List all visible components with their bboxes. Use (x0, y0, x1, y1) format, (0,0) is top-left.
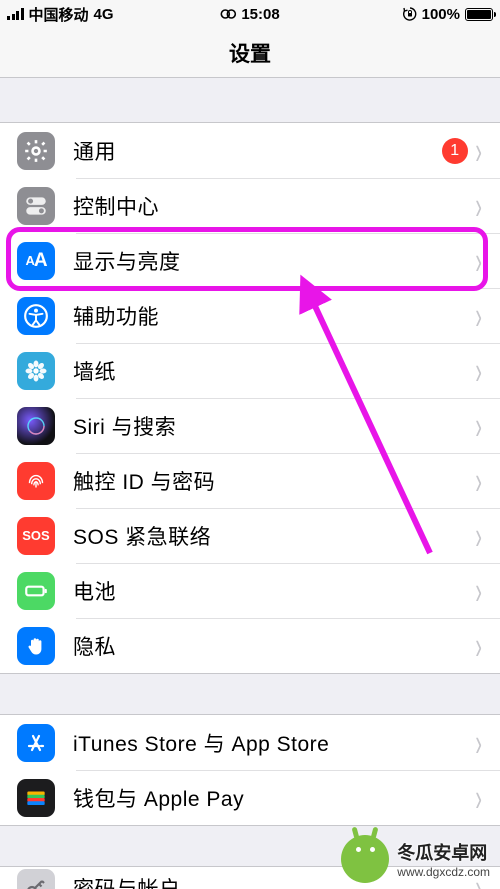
chevron-right-icon: › (475, 296, 482, 335)
group-spacer (0, 78, 500, 122)
sos-icon: SOS (17, 517, 55, 555)
clock-text: 15:08 (241, 6, 279, 23)
siri-icon (17, 407, 55, 445)
orientation-lock-icon (403, 7, 417, 21)
row-label: SOS 紧急联络 (73, 521, 468, 551)
row-label: 钱包与 Apple Pay (73, 783, 468, 813)
chevron-right-icon: › (475, 186, 482, 225)
row-siri[interactable]: Siri 与搜索 › (0, 398, 500, 453)
network-text: 4G (94, 6, 114, 23)
appstore-icon (17, 724, 55, 762)
row-general[interactable]: 通用 1 › (0, 123, 500, 178)
row-privacy[interactable]: 隐私 › (0, 618, 500, 673)
chevron-right-icon: › (475, 406, 482, 445)
row-display-brightness[interactable]: AA 显示与亮度 › (0, 233, 500, 288)
row-sos[interactable]: SOS SOS 紧急联络 › (0, 508, 500, 563)
screen: 中国移动 4G 15:08 100% 设置 通用 1 › (0, 0, 500, 889)
signal-icon (7, 8, 24, 20)
group-spacer (0, 674, 500, 714)
row-label: 墙纸 (73, 356, 468, 386)
row-wallet-applepay[interactable]: 钱包与 Apple Pay › (0, 770, 500, 825)
accessibility-icon (17, 297, 55, 335)
chevron-right-icon: › (475, 778, 482, 817)
gear-icon (17, 132, 55, 170)
battery-pct-text: 100% (422, 6, 460, 23)
settings-list[interactable]: 通用 1 › 控制中心 › AA 显示与亮度 › 辅助功能 (0, 78, 500, 889)
chevron-right-icon: › (475, 626, 482, 665)
row-label: 控制中心 (73, 191, 468, 221)
wallet-icon (17, 779, 55, 817)
status-bar: 中国移动 4G 15:08 100% (0, 0, 500, 28)
chevron-right-icon: › (475, 723, 482, 762)
row-label: 触控 ID 与密码 (73, 466, 468, 496)
chevron-right-icon: › (475, 516, 482, 555)
row-label: 隐私 (73, 631, 468, 661)
watermark-name: 冬瓜安卓网 (397, 839, 487, 865)
chevron-right-icon: › (475, 571, 482, 610)
hotspot-icon (220, 7, 236, 21)
row-itunes-appstore[interactable]: iTunes Store 与 App Store › (0, 715, 500, 770)
nav-bar: 设置 (0, 28, 500, 78)
watermark-logo-icon (341, 835, 389, 883)
row-label: 显示与亮度 (73, 246, 468, 276)
badge: 1 (442, 138, 468, 164)
battery-icon (465, 8, 493, 21)
row-label: Siri 与搜索 (73, 411, 468, 441)
toggles-icon (17, 187, 55, 225)
carrier-text: 中国移动 (29, 4, 89, 25)
page-title: 设置 (229, 38, 271, 68)
chevron-right-icon: › (475, 351, 482, 390)
row-accessibility[interactable]: 辅助功能 › (0, 288, 500, 343)
chevron-right-icon: › (475, 131, 482, 170)
settings-group-2: iTunes Store 与 App Store › 钱包与 Apple Pay… (0, 714, 500, 826)
fingerprint-icon (17, 462, 55, 500)
key-icon (17, 869, 55, 889)
flower-icon (17, 352, 55, 390)
battery-icon (17, 572, 55, 610)
row-label: 通用 (73, 136, 442, 166)
chevron-right-icon: › (475, 241, 482, 280)
row-control-center[interactable]: 控制中心 › (0, 178, 500, 233)
hand-icon (17, 627, 55, 665)
aa-icon: AA (17, 242, 55, 280)
watermark-url: www.dgxcdz.com (397, 865, 490, 879)
row-label: 电池 (73, 576, 468, 606)
row-touchid[interactable]: 触控 ID 与密码 › (0, 453, 500, 508)
row-battery[interactable]: 电池 › (0, 563, 500, 618)
chevron-right-icon: › (475, 461, 482, 500)
row-wallpaper[interactable]: 墙纸 › (0, 343, 500, 398)
settings-group-1: 通用 1 › 控制中心 › AA 显示与亮度 › 辅助功能 (0, 122, 500, 674)
watermark: 冬瓜安卓网 www.dgxcdz.com (341, 835, 490, 883)
row-label: 辅助功能 (73, 301, 468, 331)
row-label: iTunes Store 与 App Store (73, 728, 468, 758)
